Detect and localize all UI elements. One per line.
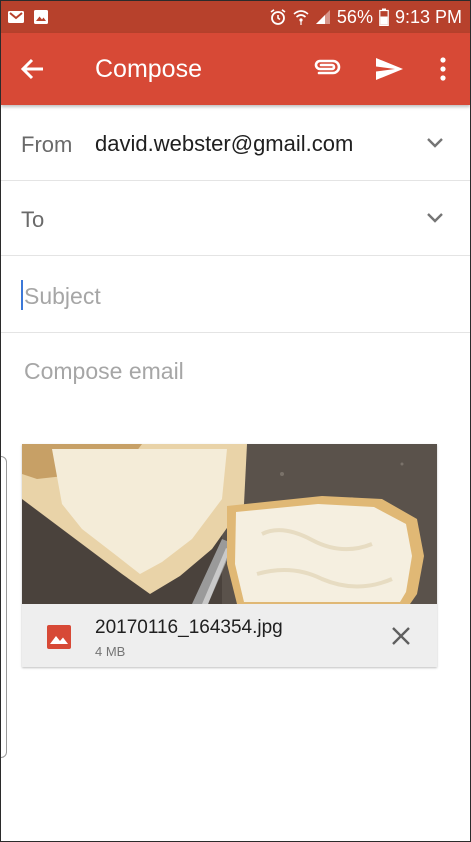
battery-icon — [379, 8, 389, 26]
status-bar: 56% 9:13 PM — [1, 1, 470, 33]
page-title: Compose — [95, 55, 202, 83]
close-icon[interactable] — [391, 626, 411, 646]
subject-row — [1, 256, 470, 333]
attachment-thumbnail — [22, 444, 437, 604]
signal-icon — [315, 9, 331, 25]
paperclip-icon[interactable] — [311, 55, 343, 83]
to-label: To — [21, 207, 45, 232]
alarm-icon — [269, 8, 287, 26]
to-row: To — [1, 181, 470, 256]
from-account[interactable]: david.webster@gmail.com — [95, 131, 353, 157]
more-vert-icon[interactable] — [433, 53, 453, 85]
image-file-icon — [46, 624, 72, 650]
compose-screen: 56% 9:13 PM Compose From david.webster@g… — [0, 0, 471, 842]
gmail-notification-icon — [7, 9, 25, 25]
chevron-down-icon[interactable] — [426, 211, 444, 223]
attachment-size: 4 MB — [95, 644, 126, 659]
image-notification-icon — [33, 9, 49, 25]
send-icon[interactable] — [373, 53, 405, 85]
from-label: From — [21, 132, 73, 157]
clock: 9:13 PM — [394, 6, 462, 27]
attachment-card[interactable]: 20170116_164354.jpg 4 MB — [22, 444, 437, 667]
to-field[interactable] — [61, 203, 405, 237]
back-arrow-icon[interactable] — [19, 55, 47, 83]
app-bar: Compose — [1, 33, 470, 105]
edge-panel-handle[interactable] — [1, 456, 7, 758]
compose-body-field[interactable] — [22, 353, 456, 389]
attachment-filename: 20170116_164354.jpg — [95, 617, 283, 638]
text-cursor — [21, 280, 23, 310]
battery-percent: 56% — [336, 6, 373, 27]
from-row: From david.webster@gmail.com — [1, 106, 470, 181]
wifi-icon — [293, 8, 309, 26]
chevron-down-icon[interactable] — [426, 136, 444, 148]
subject-field[interactable] — [22, 278, 446, 314]
